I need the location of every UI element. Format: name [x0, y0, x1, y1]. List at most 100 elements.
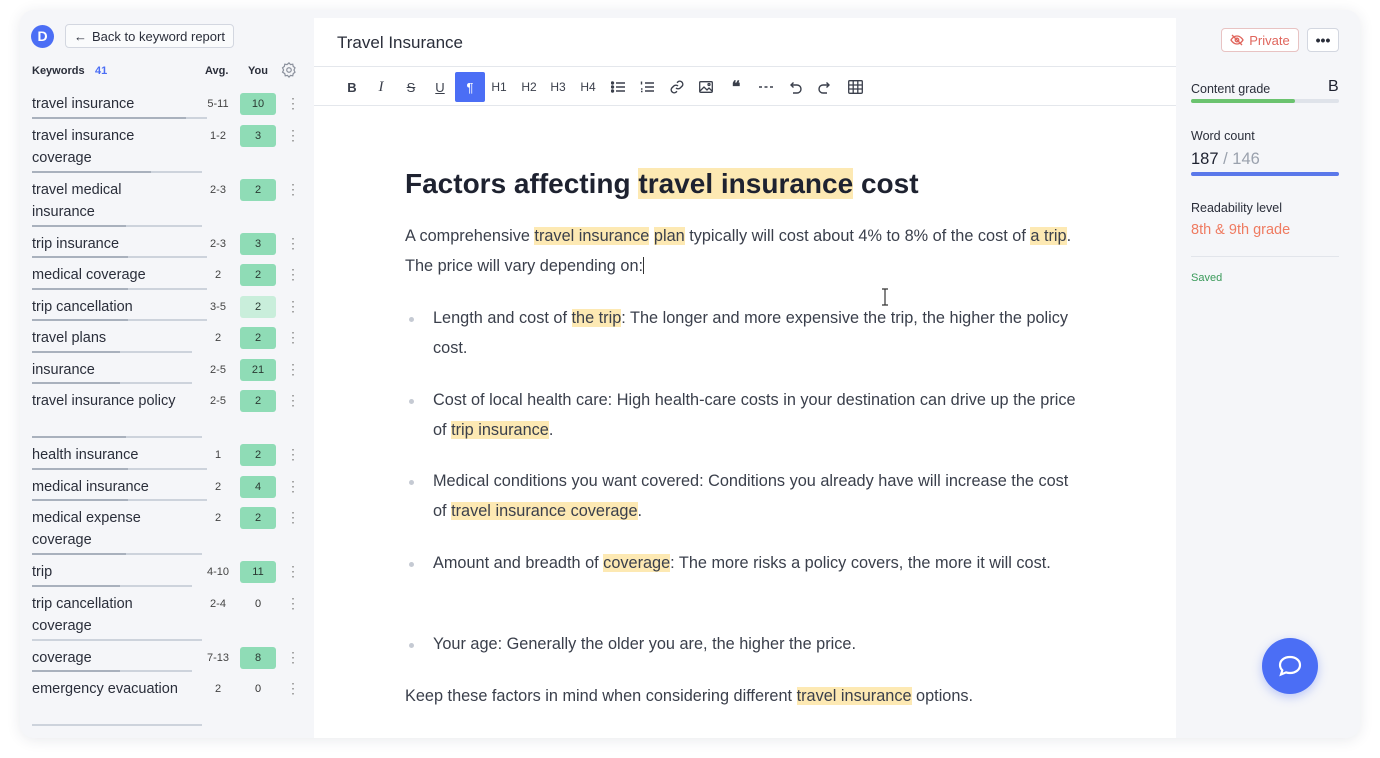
- paragraph-button[interactable]: ¶: [455, 72, 485, 102]
- keyword-row[interactable]: travel plans 2 2 ⋮: [20, 322, 310, 354]
- back-to-keyword-report-button[interactable]: ← Back to keyword report: [65, 24, 234, 48]
- keyword-menu-icon[interactable]: ⋮: [286, 596, 300, 610]
- keyword-menu-icon[interactable]: ⋮: [286, 267, 300, 281]
- keyword-row[interactable]: insurance 2-5 21 ⋮: [20, 354, 310, 386]
- keyword-row[interactable]: medical expense coverage 2 2 ⋮: [20, 502, 310, 556]
- keyword-menu-icon[interactable]: ⋮: [286, 182, 300, 196]
- keyword-menu-icon[interactable]: ⋮: [286, 681, 300, 695]
- keyword-menu-icon[interactable]: ⋮: [286, 128, 300, 142]
- keyword-you-count: 2: [240, 264, 276, 286]
- bullet-text: .: [637, 501, 643, 520]
- document-title[interactable]: Travel Insurance: [337, 33, 463, 53]
- bullet-text: : The more risks a policy covers, the mo…: [670, 554, 1051, 572]
- word-count-separator: /: [1218, 150, 1233, 168]
- keyword-row[interactable]: travel insurance coverage 1-2 3 ⋮: [20, 120, 310, 174]
- article-heading[interactable]: Factors affecting travel insurance cost: [405, 164, 919, 204]
- keyword-progress-fill: [32, 584, 120, 587]
- link-icon[interactable]: [666, 76, 688, 98]
- keyword-progress-underline: [32, 116, 207, 119]
- keyword-highlight: travel insurance: [638, 168, 854, 199]
- keyword-progress-underline: [32, 553, 202, 555]
- quote-icon[interactable]: ❝: [725, 76, 747, 98]
- keyword-menu-icon[interactable]: ⋮: [286, 236, 300, 250]
- keyword-menu-icon[interactable]: ⋮: [286, 447, 300, 461]
- undo-icon[interactable]: [784, 76, 806, 98]
- strikethrough-button[interactable]: S: [400, 76, 422, 98]
- keyword-progress-underline: [32, 170, 202, 173]
- word-count-fill: [1191, 172, 1339, 176]
- keyword-avg: 7-13: [206, 651, 230, 664]
- app-window: D ← Back to keyword report Keywords 41 A…: [20, 10, 1360, 738]
- divider-icon[interactable]: [755, 76, 777, 98]
- keyword-name: trip: [32, 564, 53, 580]
- image-icon[interactable]: [695, 76, 717, 98]
- keyword-row[interactable]: health insurance 1 2 ⋮: [20, 439, 310, 471]
- chat-bubble-icon: [1278, 655, 1302, 677]
- keyword-progress-underline: [32, 436, 202, 438]
- you-column-header: You: [248, 65, 268, 77]
- heading4-button[interactable]: H4: [577, 76, 599, 98]
- keyword-progress-underline: [32, 467, 207, 470]
- keyword-highlight: travel insurance: [534, 227, 650, 245]
- keyword-you-count: 21: [240, 358, 276, 381]
- bullet-text: Amount and breadth of: [433, 554, 604, 572]
- keyword-menu-icon[interactable]: ⋮: [286, 510, 300, 524]
- heading2-button[interactable]: H2: [518, 76, 540, 98]
- keyword-progress-fill: [32, 670, 120, 672]
- keyword-progress-underline: [32, 287, 207, 290]
- keyword-name: medical insurance: [32, 478, 149, 495]
- heading1-button[interactable]: H1: [488, 76, 510, 98]
- paragraph[interactable]: Keep these factors in mind when consider…: [405, 682, 1085, 712]
- bullet-dot: [409, 643, 414, 648]
- more-options-button[interactable]: •••: [1307, 28, 1339, 52]
- keyword-menu-icon[interactable]: ⋮: [286, 96, 300, 110]
- keyword-menu-icon[interactable]: ⋮: [286, 362, 300, 376]
- keyword-row[interactable]: trip 4-10 11 ⋮: [20, 556, 310, 588]
- content-grade-bar: [1191, 99, 1339, 103]
- keyword-you-count: 2: [240, 327, 276, 349]
- keyword-row[interactable]: travel medical insurance 2-3 2 ⋮: [20, 174, 310, 228]
- keyword-menu-icon[interactable]: ⋮: [286, 393, 300, 407]
- bold-button[interactable]: B: [341, 76, 363, 98]
- keyword-progress-underline: [32, 499, 207, 501]
- content-grade-label: Content grade: [1191, 82, 1271, 96]
- keyword-row[interactable]: trip cancellation coverage 2-4 0 ⋮: [20, 588, 310, 642]
- keyword-row[interactable]: coverage 7-13 8 ⋮: [20, 642, 310, 674]
- keyword-row[interactable]: trip insurance 2-3 3 ⋮: [20, 228, 310, 260]
- keyword-menu-icon[interactable]: ⋮: [286, 479, 300, 493]
- keyword-row[interactable]: medical coverage 2 2 ⋮: [20, 259, 310, 291]
- keyword-row[interactable]: medical insurance 2 4 ⋮: [20, 471, 310, 503]
- keyword-row[interactable]: travel insurance policy 2-5 2 ⋮: [20, 385, 310, 439]
- paragraph[interactable]: A comprehensive travel insurance plan ty…: [405, 222, 1085, 281]
- redo-icon[interactable]: [814, 76, 836, 98]
- top-bar: D ← Back to keyword report: [31, 24, 234, 48]
- chat-support-button[interactable]: [1262, 638, 1318, 694]
- private-button[interactable]: Private: [1221, 28, 1299, 52]
- bullet-list-icon[interactable]: [607, 76, 629, 98]
- bullet-dot: [409, 317, 414, 322]
- keyword-menu-icon[interactable]: ⋮: [286, 564, 300, 578]
- keyword-progress-fill: [32, 467, 129, 470]
- keyword-menu-icon[interactable]: ⋮: [286, 299, 300, 313]
- keyword-avg: 2: [214, 269, 222, 281]
- underline-button[interactable]: U: [429, 76, 451, 98]
- keyword-menu-icon[interactable]: ⋮: [286, 650, 300, 664]
- keyword-menu-icon[interactable]: ⋮: [286, 330, 300, 344]
- keyword-row[interactable]: travel insurance 5-11 10 ⋮: [20, 88, 310, 120]
- word-count-bar: [1191, 172, 1339, 176]
- text-cursor: [643, 256, 645, 274]
- keywords-panel: D ← Back to keyword report Keywords 41 A…: [20, 10, 310, 738]
- keyword-row[interactable]: emergency evacuation 2 0 ⋮: [20, 673, 310, 727]
- paragraph-text: options.: [911, 687, 974, 705]
- gear-icon[interactable]: [280, 61, 298, 79]
- keyword-highlight: travel insurance: [796, 687, 912, 705]
- keyword-you-count: 2: [240, 507, 276, 529]
- table-icon[interactable]: [844, 76, 866, 98]
- divider: [1191, 256, 1339, 257]
- numbered-list-icon[interactable]: [636, 76, 658, 98]
- app-logo[interactable]: D: [31, 24, 54, 48]
- keyword-avg: 2-4: [210, 597, 226, 610]
- keyword-row[interactable]: trip cancellation 3-5 2 ⋮: [20, 291, 310, 323]
- heading3-button[interactable]: H3: [547, 76, 569, 98]
- italic-button[interactable]: I: [370, 76, 392, 98]
